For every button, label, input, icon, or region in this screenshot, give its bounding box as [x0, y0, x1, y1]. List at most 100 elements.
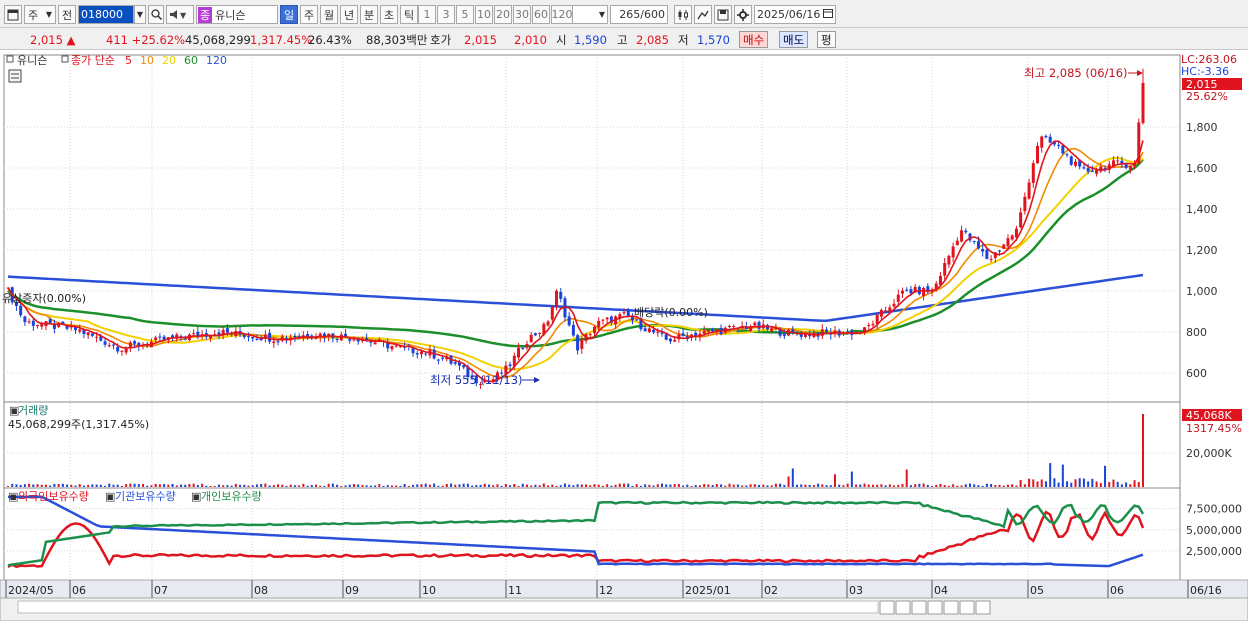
- candle-body: [525, 343, 529, 348]
- volume-bar: [521, 483, 524, 487]
- code-dropdown-button[interactable]: ▼: [134, 5, 146, 24]
- volume-bar: [319, 485, 322, 487]
- interval-button-0[interactable]: 1: [418, 5, 436, 24]
- volume-bar: [272, 485, 275, 487]
- candle-body: [373, 342, 377, 345]
- period-button-0[interactable]: 일: [280, 5, 298, 24]
- stock-name-field[interactable]: 종 유니슨: [196, 5, 278, 24]
- eval-button[interactable]: 평: [817, 31, 836, 48]
- x-tick-label: 10: [422, 584, 436, 597]
- volume-bar: [694, 485, 697, 487]
- window-icon[interactable]: [4, 5, 22, 24]
- volume-bar: [762, 484, 765, 487]
- count-field[interactable]: 265/600: [610, 5, 668, 24]
- interval-button-7[interactable]: 120: [551, 5, 573, 24]
- candle-body: [668, 338, 672, 342]
- sell-button[interactable]: 매도: [779, 31, 809, 48]
- y-tick-label: 1,800: [1186, 121, 1218, 134]
- volume-bar: [268, 485, 271, 487]
- interval-button-6[interactable]: 60: [532, 5, 550, 24]
- volume-bar: [36, 484, 39, 487]
- scroll-control-2: [911, 600, 927, 615]
- high-price: 2,085: [636, 32, 669, 47]
- candle-body: [567, 316, 571, 326]
- candle-body: [1065, 154, 1069, 156]
- date-field[interactable]: 2025/06/16: [754, 5, 836, 24]
- volume-bar: [306, 485, 309, 487]
- volume-bar: [610, 485, 613, 487]
- volume-bar: [412, 484, 415, 487]
- volume-bar: [1036, 481, 1039, 487]
- gear-icon[interactable]: [734, 5, 752, 24]
- candle-body: [960, 230, 964, 242]
- chevron-down-icon: ▼: [45, 10, 52, 19]
- volume-bar: [728, 483, 731, 487]
- search-icon[interactable]: [148, 5, 164, 24]
- volume-bar: [572, 485, 575, 487]
- volume-bar: [547, 485, 550, 487]
- period-button-6[interactable]: 틱: [400, 5, 418, 24]
- volume-bar: [1104, 465, 1107, 487]
- interval-button-2[interactable]: 5: [456, 5, 474, 24]
- volume-bar: [935, 484, 938, 487]
- line-tool-icon[interactable]: [694, 5, 712, 24]
- volume-bar: [707, 484, 710, 487]
- volume-bar: [800, 484, 803, 487]
- volume-bar: [99, 484, 102, 487]
- volume-bar: [184, 484, 187, 487]
- volume-bar: [774, 483, 777, 487]
- buy-button[interactable]: 매수: [739, 31, 769, 48]
- candle-body: [120, 350, 124, 352]
- type-select[interactable]: 주 ▼: [24, 5, 56, 24]
- interval-button-1[interactable]: 3: [437, 5, 455, 24]
- volume-bar: [601, 485, 604, 487]
- period-button-2[interactable]: 월: [320, 5, 338, 24]
- volume-bar: [129, 483, 132, 487]
- interval-button-5[interactable]: 30: [513, 5, 531, 24]
- interval-button-3[interactable]: 10: [475, 5, 493, 24]
- candle-body: [647, 328, 651, 333]
- volume-bar: [513, 483, 516, 487]
- volume-bar: [1061, 464, 1064, 487]
- volume-bar: [724, 485, 727, 487]
- speaker-icon[interactable]: ▼: [166, 5, 194, 24]
- volume-bar: [1112, 479, 1115, 487]
- chart-type-icon[interactable]: [674, 5, 692, 24]
- code-input[interactable]: [78, 5, 134, 24]
- interval-button-4[interactable]: 20: [494, 5, 512, 24]
- scroll-control-3: [927, 600, 943, 615]
- calendar-icon[interactable]: [823, 8, 833, 21]
- volume-bar: [348, 484, 351, 487]
- volume-bar: [78, 484, 81, 487]
- candle-body: [588, 334, 592, 336]
- svg-text:▼: ▼: [180, 11, 187, 20]
- y-tick-label: 1,000: [1186, 285, 1218, 298]
- volume-bar: [796, 484, 799, 487]
- candle-body: [964, 230, 968, 233]
- period-button-1[interactable]: 주: [300, 5, 318, 24]
- x-tick-label: 2024/05: [8, 584, 54, 597]
- volume-bar: [369, 485, 372, 487]
- volume-bar: [1053, 478, 1056, 487]
- volume-bar: [247, 485, 250, 487]
- volume-bar: [179, 484, 182, 487]
- candle-body: [985, 249, 989, 259]
- stock-chart[interactable]: 1,800 1,600 1,400 1,200 1,000 800 600 2024/05 06…: [0, 50, 1248, 621]
- period-button-4[interactable]: 분: [360, 5, 378, 24]
- open-label: 시: [556, 32, 567, 47]
- x-tick-label: 04: [934, 584, 948, 597]
- volume-bar: [285, 485, 288, 487]
- volume-bar: [627, 483, 630, 487]
- candle-body: [559, 292, 563, 299]
- candle-body: [900, 290, 904, 294]
- bid-label: 호가: [430, 32, 452, 47]
- prev-button[interactable]: 전: [58, 5, 76, 24]
- volume-bar: [563, 483, 566, 487]
- period-button-3[interactable]: 년: [340, 5, 358, 24]
- save-icon[interactable]: [714, 5, 732, 24]
- candle-body: [111, 344, 115, 346]
- candle-body: [19, 305, 23, 316]
- volume-bar: [985, 483, 988, 487]
- interval-input[interactable]: ▼: [572, 5, 608, 24]
- period-button-5[interactable]: 초: [380, 5, 398, 24]
